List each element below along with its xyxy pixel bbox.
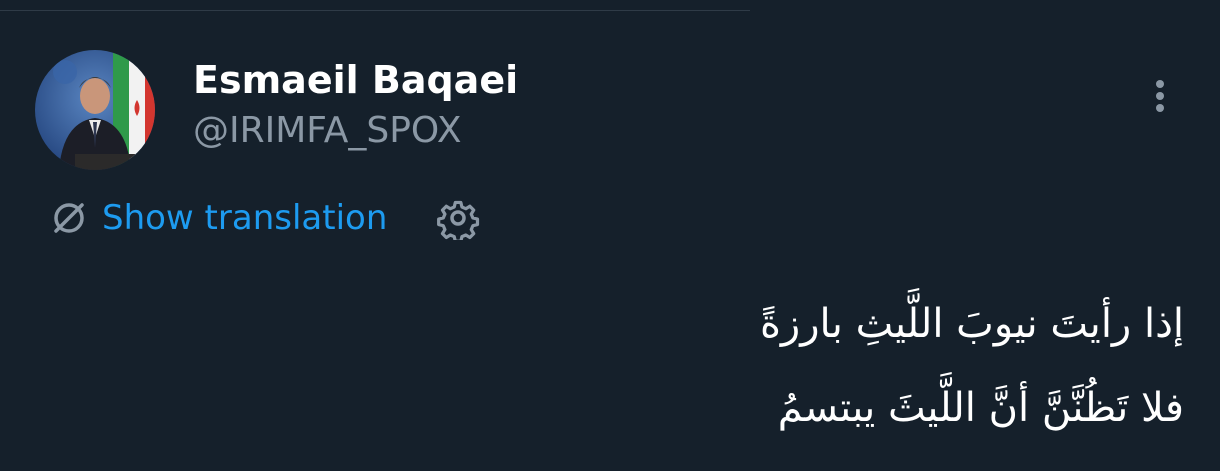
avatar[interactable] [35,50,155,170]
translate-globe-icon [48,197,90,239]
show-translation-link[interactable]: Show translation [102,195,387,241]
translation-settings-button[interactable] [436,196,480,243]
more-options-button[interactable] [1140,76,1180,116]
more-vertical-icon [1156,80,1164,112]
tweet-text: إذا رأيتَ نيوبَ اللَّيثِ بارزةً فلا تَظُ… [284,282,1184,450]
top-divider [0,10,750,11]
tweet-line: فلا تَظُنَّنَّ أنَّ اللَّيثَ يبتسمُ [777,385,1184,431]
gear-icon [437,200,480,243]
user-handle[interactable]: @IRIMFA_SPOX [193,108,462,154]
translation-row: Show translation [48,194,387,242]
display-name[interactable]: Esmaeil Baqaei [193,57,518,103]
avatar-photo [35,50,155,170]
tweet-line: إذا رأيتَ نيوبَ اللَّيثِ بارزةً [759,301,1184,347]
